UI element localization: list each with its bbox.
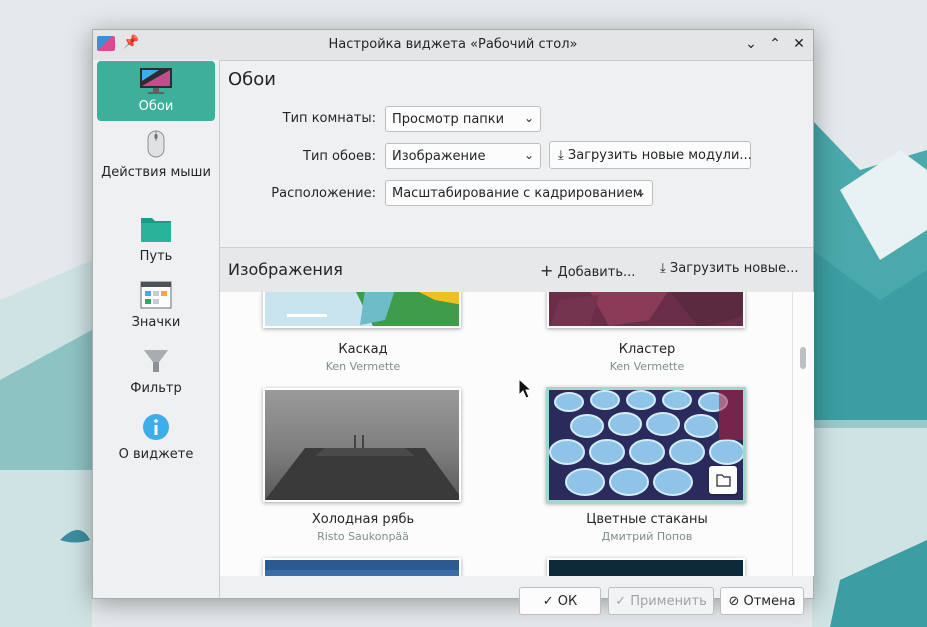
window-title: Настройка виджета «Рабочий стол» bbox=[328, 37, 578, 52]
layout-combo[interactable]: Просмотр папки ⌄ bbox=[385, 106, 541, 132]
sidebar-item-label: О виджете bbox=[118, 447, 194, 462]
get-new-wallpapers-button[interactable]: ⤓ Загрузить новые... bbox=[660, 261, 798, 276]
wallpaper-image bbox=[265, 560, 459, 576]
wallpaper-type-label: Тип обоев: bbox=[303, 149, 376, 164]
info-icon bbox=[143, 414, 169, 440]
positioning-combo-value: Масштабирование с кадрированием bbox=[392, 186, 643, 201]
cluster-image bbox=[549, 292, 743, 326]
wallpaper-grid: Каскад Ken Vermette Кластер Ken Vermette bbox=[220, 292, 792, 576]
get-new-plugins-label: Загрузить новые модули... bbox=[567, 148, 752, 163]
apply-label: Применить bbox=[630, 594, 707, 609]
monitor-icon bbox=[140, 68, 172, 94]
chevron-down-icon: ⌄ bbox=[523, 148, 534, 162]
cancel-button[interactable]: ⊘ Отмена bbox=[720, 587, 804, 615]
cancel-label: Отмена bbox=[743, 594, 796, 609]
check-icon: ✓ bbox=[542, 594, 554, 609]
grid-scrollbar[interactable] bbox=[792, 292, 814, 576]
layout-label: Тип комнаты: bbox=[282, 111, 376, 126]
cold-ripple-image bbox=[265, 390, 459, 500]
mouse-cursor-icon bbox=[518, 378, 532, 399]
add-image-button[interactable]: + Добавить... bbox=[540, 261, 635, 280]
sidebar: Обои Действия мыши Путь Значки Фильтр О … bbox=[93, 60, 220, 598]
sidebar-item-label: Действия мыши bbox=[101, 165, 211, 180]
wallpaper-type-combo-value: Изображение bbox=[392, 149, 486, 164]
folder-icon bbox=[141, 218, 171, 242]
wallpaper-thumb-colored-cups[interactable] bbox=[546, 387, 746, 503]
main-content: Обои Тип комнаты: Просмотр папки ⌄ Тип о… bbox=[220, 60, 814, 615]
sidebar-item-mouse-actions[interactable]: Действия мыши bbox=[97, 130, 215, 200]
positioning-combo[interactable]: Масштабирование с кадрированием ⌄ bbox=[385, 180, 653, 206]
wallpaper-name: Кластер bbox=[618, 342, 676, 357]
filter-icon bbox=[144, 350, 168, 372]
icons-view-icon bbox=[140, 281, 172, 309]
minimize-icon[interactable]: ⌄ bbox=[741, 34, 761, 54]
cancel-icon: ⊘ bbox=[728, 594, 740, 609]
ok-label: ОК bbox=[557, 594, 578, 609]
maximize-icon[interactable]: ⌃ bbox=[765, 34, 785, 54]
check-icon: ✓ bbox=[615, 594, 627, 609]
images-header: Изображения + Добавить... ⤓ Загрузить но… bbox=[220, 247, 813, 293]
sidebar-item-about[interactable]: О виджете bbox=[97, 413, 215, 469]
sidebar-item-icons[interactable]: Значки bbox=[97, 281, 215, 337]
positioning-label: Расположение: bbox=[271, 186, 376, 201]
images-title: Изображения bbox=[228, 260, 343, 279]
wallpaper-author: Дмитрий Попов bbox=[601, 530, 693, 543]
scrollbar-handle[interactable] bbox=[800, 347, 806, 369]
mouse-icon bbox=[147, 130, 165, 158]
get-new-plugins-button[interactable]: ⤓ Загрузить новые модули... bbox=[549, 141, 752, 169]
apply-button[interactable]: ✓ Применить bbox=[608, 587, 714, 615]
chevron-down-icon: ⌄ bbox=[523, 111, 534, 125]
add-image-label: Добавить... bbox=[557, 265, 636, 280]
layout-combo-value: Просмотр папки bbox=[392, 112, 505, 127]
plus-icon: + bbox=[540, 261, 554, 280]
wallpaper-name: Каскад bbox=[338, 342, 388, 357]
chevron-down-icon: ⌄ bbox=[635, 185, 646, 199]
open-folder-button[interactable] bbox=[709, 466, 737, 494]
cascade-image bbox=[265, 292, 459, 326]
wallpaper-thumb-cascade[interactable] bbox=[263, 292, 461, 328]
folder-icon bbox=[716, 474, 731, 487]
sidebar-item-label: Обои bbox=[138, 99, 174, 114]
wallpaper-name: Цветные стаканы bbox=[586, 512, 708, 527]
sidebar-item-wallpaper[interactable]: Обои bbox=[97, 61, 215, 121]
wallpaper-author: Ken Vermette bbox=[325, 360, 401, 373]
close-icon[interactable]: ✕ bbox=[789, 34, 809, 54]
sidebar-item-label: Значки bbox=[131, 315, 181, 330]
sidebar-item-path[interactable]: Путь bbox=[97, 215, 215, 271]
wallpaper-author: Ken Vermette bbox=[609, 360, 685, 373]
sidebar-item-label: Фильтр bbox=[130, 381, 182, 396]
page-title: Обои bbox=[228, 69, 276, 90]
sidebar-item-label: Путь bbox=[139, 249, 173, 264]
wallpaper-thumb-next-2[interactable] bbox=[547, 558, 745, 576]
download-icon: ⤓ bbox=[660, 261, 666, 276]
wallpaper-name: Холодная рябь bbox=[311, 512, 415, 527]
title-bar: 📌 Настройка виджета «Рабочий стол» ⌄ ⌃ ✕ bbox=[93, 30, 813, 61]
wallpaper-author: Risto Saukonpää bbox=[317, 530, 409, 543]
get-new-wallpapers-label: Загрузить новые... bbox=[669, 261, 799, 276]
download-icon: ⤓ bbox=[558, 148, 564, 163]
sidebar-item-filter[interactable]: Фильтр bbox=[97, 347, 215, 403]
widget-settings-dialog: 📌 Настройка виджета «Рабочий стол» ⌄ ⌃ ✕… bbox=[92, 29, 814, 615]
wallpaper-thumb-cluster[interactable] bbox=[547, 292, 745, 328]
ok-button[interactable]: ✓ ОК bbox=[519, 587, 601, 615]
wallpaper-type-combo[interactable]: Изображение ⌄ bbox=[385, 143, 541, 169]
wallpaper-image bbox=[549, 560, 743, 576]
wallpaper-thumb-next-1[interactable] bbox=[263, 558, 461, 576]
wallpaper-thumb-cold-ripple[interactable] bbox=[263, 388, 461, 502]
